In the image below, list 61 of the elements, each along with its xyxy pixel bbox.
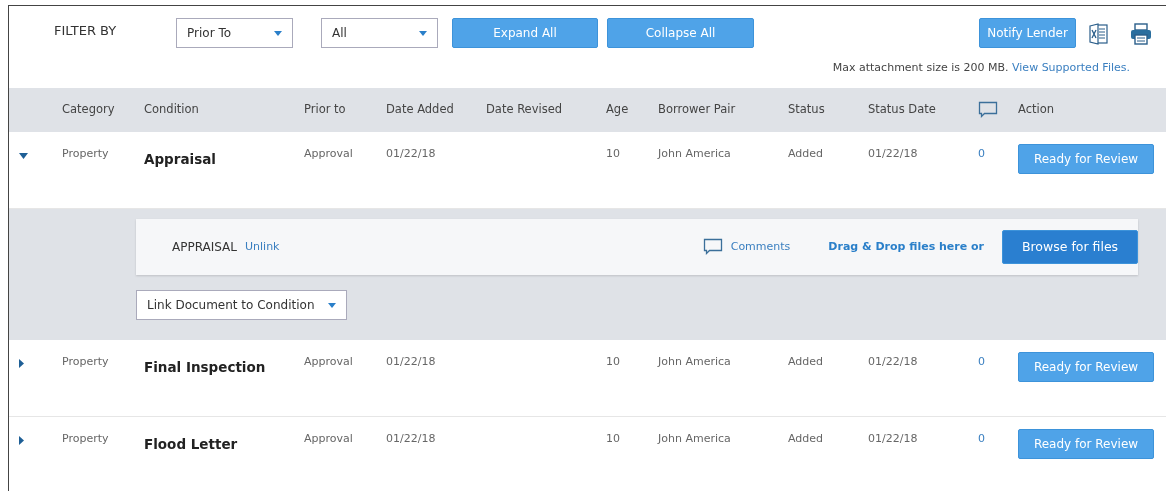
- collapse-caret-icon[interactable]: [19, 153, 28, 159]
- comment-count: 0: [977, 146, 986, 162]
- filter-dropdown[interactable]: Prior To: [176, 18, 293, 48]
- comments-link[interactable]: Comments: [702, 238, 791, 256]
- column-header: Status Date: [867, 101, 937, 119]
- table-cell-text: 10: [605, 431, 621, 447]
- supported-files-link[interactable]: View Supported Files.: [1012, 61, 1130, 74]
- table-cell-text: Approval: [303, 431, 354, 447]
- ready-for-review-button[interactable]: Ready for Review: [1018, 144, 1154, 174]
- expand-caret-icon[interactable]: [19, 436, 24, 445]
- expand-all-button[interactable]: Expand All: [452, 18, 598, 48]
- table-cell-text: Property: [61, 431, 110, 447]
- condition-name: Flood Letter: [143, 435, 239, 454]
- expand-caret-icon[interactable]: [19, 359, 24, 368]
- collapse-all-button[interactable]: Collapse All: [607, 18, 754, 48]
- column-header: Condition: [143, 101, 200, 119]
- table-cell-text: John America: [656, 146, 732, 162]
- table-cell-text: 01/22/18: [867, 146, 919, 162]
- link-document-dropdown[interactable]: Link Document to Condition: [136, 290, 347, 320]
- unlink-link[interactable]: Unlink: [245, 238, 280, 256]
- table-cell-text: 01/22/18: [385, 354, 437, 370]
- printer-icon[interactable]: [1130, 23, 1152, 45]
- table-cell-text: John America: [656, 431, 732, 447]
- column-header: Date Revised: [485, 101, 564, 119]
- column-header: Action: [1017, 101, 1056, 119]
- table-cell-text: Added: [787, 431, 825, 447]
- table-cell-text: Approval: [303, 146, 354, 162]
- table-cell-text: Property: [61, 354, 110, 370]
- condition-name: Final Inspection: [143, 358, 267, 377]
- comment-icon: [702, 238, 723, 256]
- browse-files-button[interactable]: Browse for files: [1002, 230, 1138, 264]
- table-cell-text: Approval: [303, 354, 354, 370]
- condition-name: Appraisal: [143, 150, 217, 169]
- table-cell-text: Property: [61, 146, 110, 162]
- column-header: Status: [787, 101, 826, 119]
- column-header: Prior to: [303, 101, 347, 119]
- condition-label: APPRAISAL: [172, 239, 237, 256]
- ready-for-review-button[interactable]: Ready for Review: [1018, 429, 1154, 459]
- table-cell-text: 01/22/18: [385, 431, 437, 447]
- attachment-note: Max attachment size is 200 MB. View Supported Files.: [832, 60, 1130, 76]
- comment-icon: [978, 101, 998, 119]
- drop-zone-text: Drag & Drop files here or: [828, 238, 984, 255]
- table-cell-text: 10: [605, 354, 621, 370]
- comment-count: 0: [977, 431, 986, 447]
- table-cell-text: 01/22/18: [385, 146, 437, 162]
- table-cell-text: 01/22/18: [867, 431, 919, 447]
- table-cell-text: Added: [787, 146, 825, 162]
- filter-dropdown[interactable]: All: [321, 18, 438, 48]
- comment-count: 0: [977, 354, 986, 370]
- column-header: Date Added: [385, 101, 455, 119]
- notify-lender-button[interactable]: Notify Lender: [979, 18, 1076, 48]
- table-cell-text: 10: [605, 146, 621, 162]
- column-header: Borrower Pair: [657, 101, 737, 119]
- table-cell-text: Added: [787, 354, 825, 370]
- column-header: Age: [605, 101, 630, 119]
- table-cell-text: 01/22/18: [867, 354, 919, 370]
- table-cell-text: John America: [656, 354, 732, 370]
- filter-label: FILTER BY: [54, 22, 117, 40]
- column-header: Category: [61, 101, 116, 119]
- spreadsheet-icon[interactable]: [1089, 23, 1109, 45]
- ready-for-review-button[interactable]: Ready for Review: [1018, 352, 1154, 382]
